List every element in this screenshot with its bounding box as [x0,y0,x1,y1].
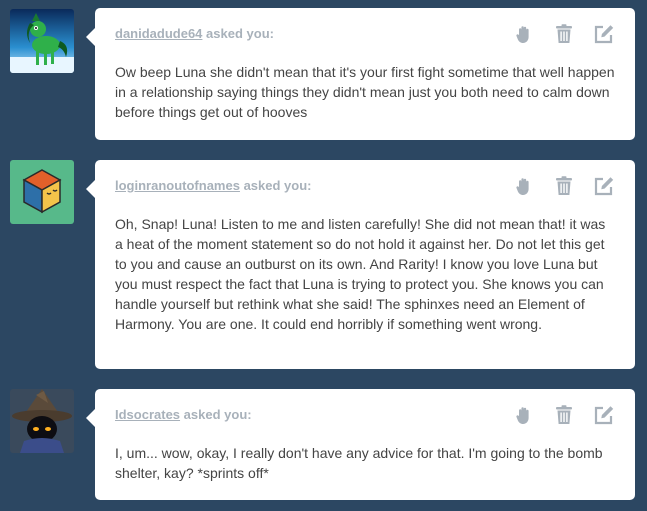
avatar[interactable] [10,389,74,453]
ask-item: loginranoutofnames asked you: Oh, Snap! … [0,160,647,369]
asker-link[interactable]: danidadude64 [115,26,202,41]
delete-trash-icon[interactable] [553,175,575,197]
ask-card: danidadude64 asked you: Ow beep Luna she… [86,8,635,140]
ask-card: Idsocrates asked you: I, um... wow, okay… [86,389,635,500]
asked-label: asked you: [243,178,312,193]
black-mage-avatar-image [10,389,74,453]
ask-actions [513,175,615,197]
asked-label: asked you: [206,26,274,41]
cube-avatar-image [10,160,74,224]
ask-message: Ow beep Luna she didn't mean that it's y… [115,64,615,120]
ask-actions [513,23,615,45]
ask-message: Oh, Snap! Luna! Listen to me and listen … [115,216,606,332]
delete-trash-icon[interactable] [553,404,575,426]
block-hand-icon[interactable] [513,23,535,45]
ask-actions [513,404,615,426]
avatar[interactable] [10,160,74,224]
delete-trash-icon[interactable] [553,23,575,45]
avatar[interactable] [10,9,74,73]
block-hand-icon[interactable] [513,175,535,197]
ask-card: loginranoutofnames asked you: Oh, Snap! … [86,160,635,369]
ask-item: danidadude64 asked you: Ow beep Luna she… [0,8,647,140]
ask-item: Idsocrates asked you: I, um... wow, okay… [0,389,647,500]
asker-link[interactable]: Idsocrates [115,407,180,422]
edit-answer-icon[interactable] [593,404,615,426]
pony-avatar-image [10,9,74,73]
edit-answer-icon[interactable] [593,23,615,45]
asker-link[interactable]: loginranoutofnames [115,178,240,193]
block-hand-icon[interactable] [513,404,535,426]
edit-answer-icon[interactable] [593,175,615,197]
ask-message: I, um... wow, okay, I really don't have … [115,445,603,481]
asked-label: asked you: [183,407,252,422]
